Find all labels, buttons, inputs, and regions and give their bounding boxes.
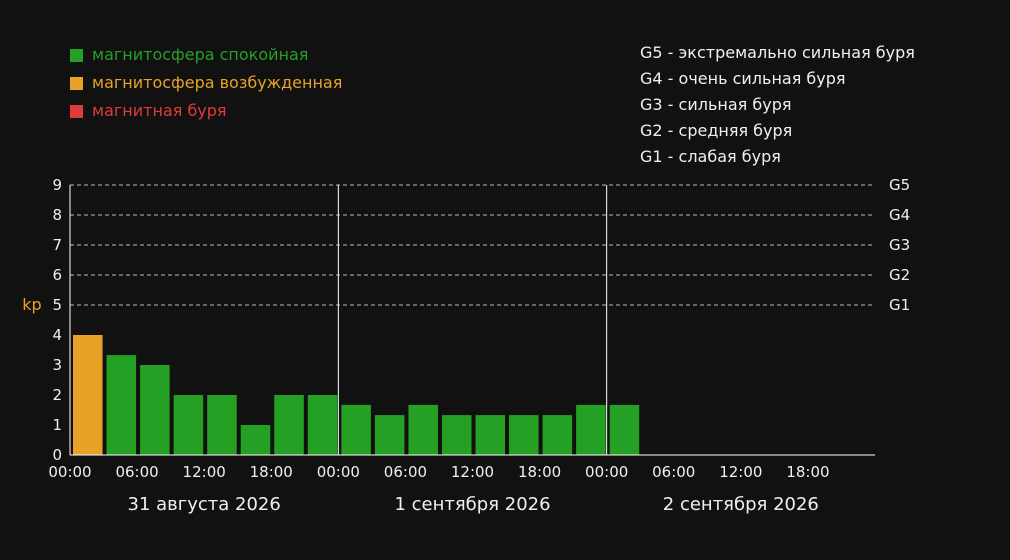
legend: магнитосфера спокойная магнитосфера возбу… — [70, 45, 342, 120]
y-tick-labels: 0 1 2 3 4 5 6 7 8 9 — [52, 176, 62, 464]
storm-scale-item: G3 - сильная буря — [640, 95, 791, 114]
y-tick-label: 7 — [52, 236, 62, 254]
storm-level-label: G3 — [889, 236, 910, 254]
x-tick-label: 00:00 — [317, 463, 360, 481]
bar — [441, 415, 472, 455]
kp-index-chart: магнитосфера спокойная магнитосфера возбу… — [22, 43, 915, 515]
bar — [408, 404, 438, 455]
grid-lines — [70, 184, 875, 306]
bar — [240, 425, 271, 455]
y-tick-label: 6 — [52, 266, 62, 284]
bar — [341, 404, 371, 455]
storm-level-label: G5 — [889, 176, 910, 194]
y-tick-label: 3 — [52, 356, 62, 374]
legend-swatch — [70, 77, 83, 90]
bar — [542, 415, 573, 455]
y-tick-label: 0 — [52, 446, 62, 464]
bar — [374, 415, 405, 455]
bar — [609, 404, 640, 455]
bar — [307, 395, 338, 455]
day-labels: 31 августа 2026 1 сентября 2026 2 сентября… — [128, 494, 819, 515]
x-tick-label: 12:00 — [451, 463, 494, 481]
bar — [576, 404, 606, 455]
x-tick-label: 06:00 — [384, 463, 427, 481]
bar — [509, 415, 539, 455]
storm-level-label: G4 — [889, 206, 910, 224]
x-tick-label: 18:00 — [250, 463, 293, 481]
x-tick-label: 12:00 — [183, 463, 226, 481]
x-tick-label: 12:00 — [719, 463, 762, 481]
x-tick-label: 06:00 — [652, 463, 695, 481]
day-label: 1 сентября 2026 — [394, 494, 550, 515]
y-tick-label: 8 — [52, 206, 62, 224]
storm-scale-item: G5 - экстремально сильная буря — [640, 43, 915, 62]
legend-item-label: магнитная буря — [92, 101, 227, 120]
day-label: 31 августа 2026 — [128, 494, 281, 515]
x-tick-label: 06:00 — [115, 463, 158, 481]
bar — [475, 415, 506, 455]
x-tick-label: 18:00 — [786, 463, 829, 481]
bar — [173, 395, 204, 455]
legend-swatch — [70, 105, 83, 118]
y-tick-label: 2 — [52, 386, 62, 404]
y-tick-label: 5 — [52, 296, 62, 314]
storm-scale-legend: G5 - экстремально сильная буря G4 - очень… — [640, 43, 915, 166]
storm-scale-item: G2 - средняя буря — [640, 121, 792, 140]
y-tick-label: 9 — [52, 176, 62, 194]
day-label: 2 сентября 2026 — [663, 494, 819, 515]
y-tick-label: 1 — [52, 416, 62, 434]
bar — [140, 365, 170, 455]
x-tick-label: 18:00 — [518, 463, 561, 481]
bar — [106, 355, 137, 455]
y-tick-label: 4 — [52, 326, 62, 344]
storm-level-labels: G5 G4 G3 G2 G1 — [889, 176, 910, 314]
storm-scale-item: G4 - очень сильная буря — [640, 69, 846, 88]
y-axis-label: kp — [22, 295, 41, 314]
legend-item-label: магнитосфера возбужденная — [92, 73, 342, 92]
legend-swatch — [70, 49, 83, 62]
bar — [207, 395, 237, 455]
storm-level-label: G1 — [889, 296, 910, 314]
x-tick-label: 00:00 — [585, 463, 628, 481]
bar — [73, 335, 103, 455]
storm-level-label: G2 — [889, 266, 910, 284]
storm-scale-item: G1 - слабая буря — [640, 147, 781, 166]
bar — [274, 395, 304, 455]
x-tick-labels: 00:00 06:00 12:00 18:00 00:00 06:00 12:00 18:00… — [48, 463, 829, 481]
x-tick-label: 00:00 — [48, 463, 91, 481]
bars — [73, 335, 640, 455]
legend-item-label: магнитосфера спокойная — [92, 45, 308, 64]
